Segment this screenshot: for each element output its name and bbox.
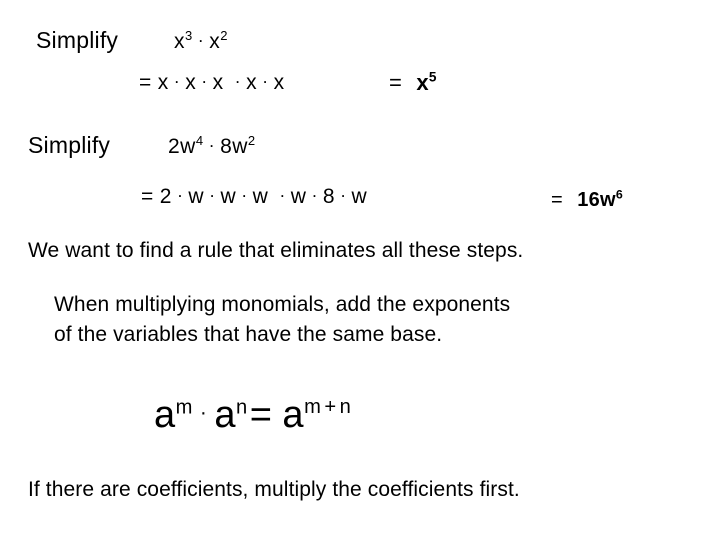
dot-operator: · (279, 185, 286, 205)
slide-canvas: Simplify x3 · x2 = x · x · x · x · x = x5 Simplify 2… (0, 0, 720, 540)
formula-exponent-right: n (236, 396, 248, 419)
prose-line-coefficients: If there are coefficients, multiply the … (28, 478, 520, 501)
example-2-exponent-2: 2 (247, 133, 256, 148)
formula-base-right: a (214, 394, 237, 436)
example-1-multiply-operator: · (197, 30, 205, 50)
example-2-term-1: 2w (168, 135, 196, 158)
prose-rule-line-2: of the variables that have the same base… (54, 323, 443, 346)
dot-operator: · (340, 185, 347, 205)
dot-operator: · (311, 185, 318, 205)
example-1-factor-5: x (273, 71, 285, 94)
example-1-result-equals: = (389, 70, 403, 95)
formula-exponent-result-left: m (304, 396, 322, 419)
example-2-factor-2: w (188, 185, 205, 208)
formula-base-left: a (154, 394, 176, 436)
example-2-result-equals: = (551, 189, 564, 211)
example-2-multiply-operator: · (208, 135, 216, 155)
dot-operator: · (201, 71, 208, 91)
example-2-label: Simplify (28, 132, 111, 158)
example-1-exponent-2: 2 (220, 28, 228, 43)
dot-operator: · (209, 185, 216, 205)
prose-rule-line-1: When multiplying monomials, add the expo… (54, 293, 511, 316)
dot-operator: · (234, 71, 242, 91)
example-2-expression: 2w4 · 8w2 (168, 133, 256, 158)
example-1-factor-3: x (212, 71, 224, 94)
dot-operator: · (173, 71, 181, 91)
example-2-expansion-equals: = (141, 185, 154, 208)
example-2-term-2: 8w (220, 135, 248, 158)
example-2-exponent-1: 4 (195, 133, 204, 148)
example-2-expansion: = 2 · w · w · w · w · 8 · w (141, 186, 367, 207)
example-2-result: = 16w6 (551, 187, 624, 211)
example-2-result-coefficient: 16 (577, 189, 601, 211)
example-1-label: Simplify (36, 27, 119, 53)
formula-multiply-operator: · (199, 401, 208, 424)
dot-operator: · (241, 185, 248, 205)
example-2-factor-7: w (351, 185, 368, 208)
formula-base-result: a (282, 394, 305, 436)
formula-exponent-result: m + n (304, 396, 352, 419)
example-1-result-base: x (416, 70, 429, 95)
example-1-factor-2: x (185, 71, 197, 94)
example-1-exponent-1: 3 (185, 28, 193, 43)
example-2-factor-4: w (252, 185, 269, 208)
formula-exponent-left: m (175, 396, 193, 419)
dot-operator: · (262, 71, 269, 91)
example-1-result-exponent: 5 (428, 69, 437, 85)
prose-line-motivation: We want to find a rule that eliminates a… (28, 239, 524, 262)
example-1-factor-1: x (157, 71, 169, 94)
dot-operator: · (176, 185, 184, 205)
example-1-base-2: x (209, 30, 221, 53)
example-1-expansion-equals: = (139, 71, 152, 94)
example-1-expression: x3 · x2 (174, 28, 228, 53)
example-2-result-exponent: 6 (615, 187, 624, 202)
example-2-factor-6: 8 (322, 185, 336, 208)
formula-equals: = (249, 394, 273, 436)
example-1-result: = x5 (389, 69, 437, 95)
example-2-factor-3: w (220, 185, 237, 208)
example-1-base-1: x (174, 30, 185, 53)
example-2-factor-5: w (290, 185, 307, 208)
example-2-result-base: w (600, 189, 616, 211)
example-1-factor-4: x (246, 71, 258, 94)
product-of-powers-formula: am · an= am + n (154, 396, 351, 434)
example-1-expansion: = x · x · x · x · x (139, 72, 285, 93)
formula-exponent-result-right: n (339, 396, 352, 419)
example-2-factor-1: 2 (159, 185, 172, 208)
